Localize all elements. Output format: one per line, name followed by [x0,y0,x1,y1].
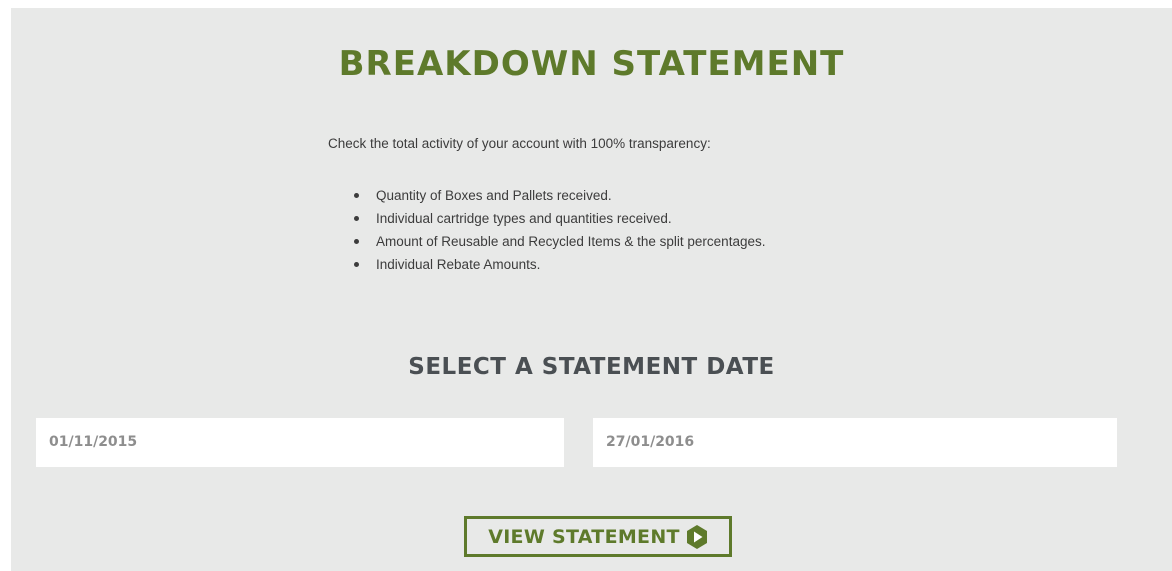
page-title: BREAKDOWN STATEMENT [338,44,845,84]
bullet-icon [354,239,359,244]
start-date-field[interactable] [36,418,564,467]
feature-label: Amount of Reusable and Recycled Items & … [376,234,766,249]
view-statement-label: VIEW STATEMENT [488,525,680,548]
bullet-icon [354,262,359,267]
list-item: Individual cartridge types and quantitie… [351,207,765,230]
play-hexagon-icon [686,524,707,549]
feature-list: Quantity of Boxes and Pallets received. … [351,184,765,276]
feature-label: Individual cartridge types and quantitie… [376,211,672,226]
date-section-title: SELECT A STATEMENT DATE [408,354,775,380]
breakdown-statement-panel: BREAKDOWN STATEMENT Check the total acti… [11,8,1172,571]
list-item: Amount of Reusable and Recycled Items & … [351,230,765,253]
list-item: Individual Rebate Amounts. [351,253,765,276]
bullet-icon [354,193,359,198]
intro-text: Check the total activity of your account… [328,136,711,151]
view-statement-button[interactable]: VIEW STATEMENT [464,516,732,557]
bullet-icon [354,216,359,221]
list-item: Quantity of Boxes and Pallets received. [351,184,765,207]
feature-label: Quantity of Boxes and Pallets received. [376,188,612,203]
end-date-field[interactable] [593,418,1117,467]
feature-label: Individual Rebate Amounts. [376,257,541,272]
